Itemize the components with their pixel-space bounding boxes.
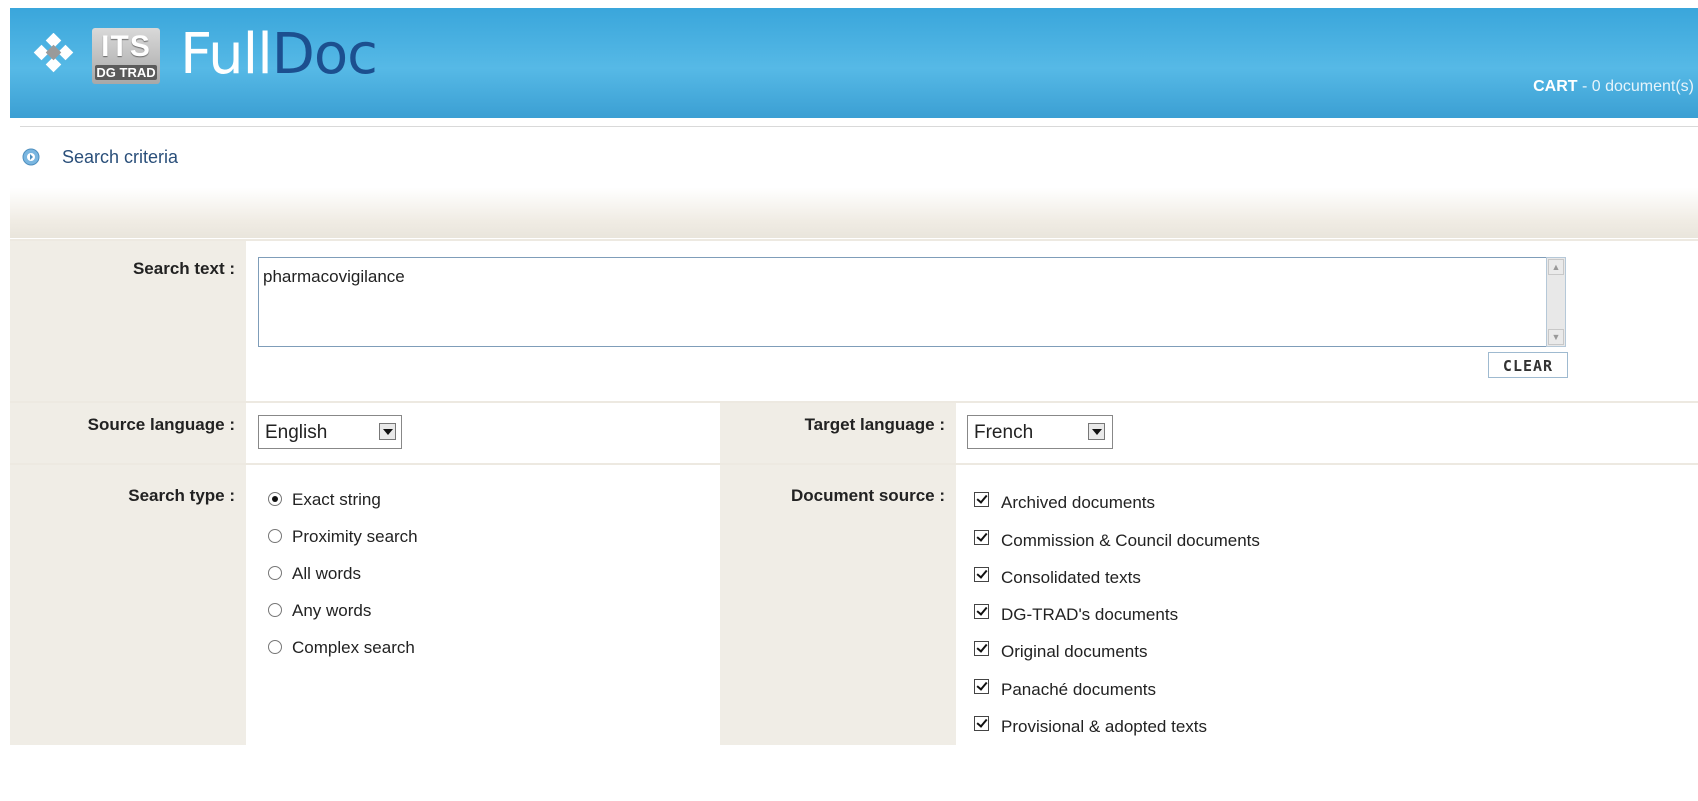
dg-trad-label: DG TRAD (95, 65, 157, 80)
target-language-label: Target language : (804, 415, 945, 434)
app-title-part1: Full (180, 22, 273, 87)
radio-label: Exact string (292, 490, 381, 509)
checkbox-provisional-adopted[interactable] (974, 716, 989, 731)
checkbox-label: Provisional & adopted texts (1001, 717, 1208, 736)
checkbox-dg-trad[interactable] (974, 604, 989, 619)
radio-exact-string[interactable] (268, 492, 282, 506)
document-source-label: Document source : (791, 486, 945, 505)
scroll-up-icon[interactable]: ▲ (1548, 259, 1564, 275)
radio-label: Complex search (292, 638, 415, 657)
search-text-input[interactable]: pharmacovigilance (258, 257, 1546, 347)
cart-label: CART (1533, 78, 1578, 95)
app-title: FullDoc (180, 22, 378, 87)
cart-link[interactable]: CART - 0 document(s) (1533, 78, 1694, 96)
criteria-divider (20, 126, 1698, 127)
row-divider (10, 239, 1698, 241)
checkbox-label: DG-TRAD's documents (1001, 605, 1179, 624)
row-divider (10, 463, 1698, 465)
app-title-part2: Doc (271, 22, 378, 87)
search-criteria-title[interactable]: Search criteria (62, 147, 178, 168)
label-column-type (10, 465, 246, 745)
source-language-label: Source language : (87, 415, 235, 434)
target-language-select[interactable]: French (967, 415, 1113, 449)
checkbox-original[interactable] (974, 641, 989, 656)
checkbox-label: Archived documents (1001, 493, 1156, 512)
label-column-docsource (720, 465, 956, 745)
scroll-down-icon[interactable]: ▼ (1548, 329, 1564, 345)
source-language-select[interactable]: English (258, 415, 402, 449)
search-type-label: Search type : (128, 486, 235, 505)
app-header: ITS DG TRAD FullDoc CART - 0 document(s) (10, 8, 1698, 118)
chevron-down-icon[interactable] (1088, 423, 1105, 440)
radio-complex-search[interactable] (268, 640, 282, 654)
its-logo: ITS DG TRAD (92, 28, 160, 84)
search-criteria-bar (10, 126, 1698, 238)
radio-label: Proximity search (292, 527, 418, 546)
radio-label: All words (292, 564, 361, 583)
radio-label: Any words (292, 601, 372, 620)
search-text-label: Search text : (132, 259, 235, 278)
radio-all-words[interactable] (268, 566, 282, 580)
target-language-value: French (974, 422, 1034, 443)
its-logo-text: ITS (101, 30, 151, 63)
row-divider (10, 401, 1698, 403)
checkbox-label: Panaché documents (1001, 680, 1156, 699)
checkbox-archived[interactable] (974, 492, 989, 507)
checkbox-label: Commission & Council documents (1001, 531, 1260, 550)
radio-any-words[interactable] (268, 603, 282, 617)
checkbox-panache[interactable] (974, 679, 989, 694)
checkbox-label: Original documents (1001, 642, 1148, 661)
search-text-scrollbar[interactable]: ▲ ▼ (1546, 257, 1566, 347)
logo-diamond-icon (33, 33, 74, 73)
clear-button[interactable]: CLEAR (1488, 352, 1568, 378)
radio-proximity-search[interactable] (268, 529, 282, 543)
expand-arrow-icon[interactable] (22, 148, 40, 166)
chevron-down-icon[interactable] (379, 423, 396, 440)
source-language-value: English (265, 422, 328, 443)
checkbox-label: Consolidated texts (1001, 568, 1141, 587)
checkbox-commission-council[interactable] (974, 530, 989, 545)
checkbox-consolidated[interactable] (974, 567, 989, 582)
cart-count: - 0 document(s) (1577, 78, 1694, 95)
